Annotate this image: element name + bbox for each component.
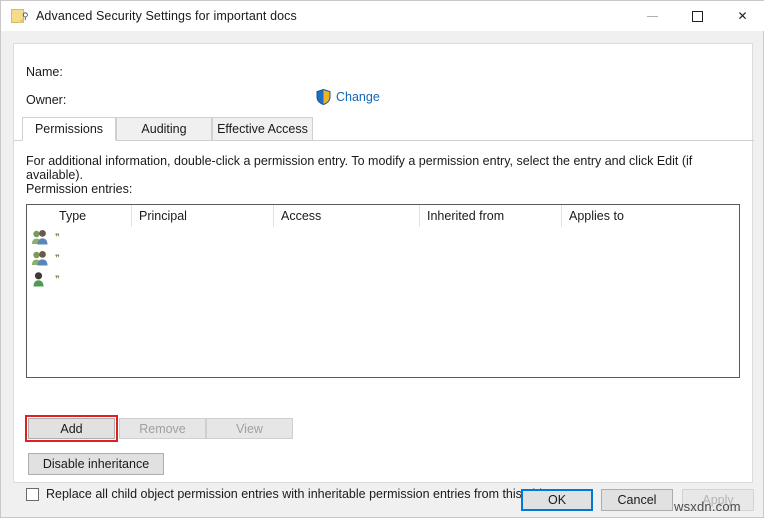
tab-effective-access[interactable]: Effective Access: [212, 117, 313, 141]
replace-child-permissions-checkbox[interactable]: [26, 488, 39, 501]
permission-entries-label: Permission entries:: [26, 182, 132, 196]
minimize-button[interactable]: [630, 1, 675, 31]
folder-settings-icon: ⚲: [11, 8, 27, 24]
settings-panel: Name: Owner: Change Permissions Auditing: [13, 43, 753, 483]
ok-button[interactable]: OK: [521, 489, 593, 511]
maximize-button[interactable]: [675, 1, 720, 31]
user-icon: [31, 271, 51, 289]
table-row[interactable]: ❞: [27, 227, 739, 248]
cancel-button[interactable]: Cancel: [601, 489, 673, 511]
info-text: For additional information, double-click…: [26, 154, 742, 182]
disable-inheritance-button[interactable]: Disable inheritance: [28, 453, 164, 475]
row-marker: ❞: [55, 233, 60, 242]
table-header-access[interactable]: Access: [274, 205, 420, 227]
tab-auditing[interactable]: Auditing: [116, 117, 212, 141]
permission-entries-list[interactable]: Type Principal Access Inherited from App…: [26, 204, 740, 378]
title-bar: ⚲ Advanced Security Settings for importa…: [1, 1, 764, 31]
replace-child-permissions-label: Replace all child object permission entr…: [46, 487, 559, 501]
tab-auditing-label: Auditing: [141, 122, 186, 136]
table-row[interactable]: ❞: [27, 269, 739, 290]
add-button[interactable]: Add: [28, 418, 115, 439]
advanced-security-settings-window: ⚲ Advanced Security Settings for importa…: [0, 0, 764, 518]
table-header-principal[interactable]: Principal: [132, 205, 274, 227]
change-owner-control[interactable]: Change: [316, 89, 380, 105]
group-icon: [31, 229, 51, 247]
table-header-type[interactable]: Type: [52, 205, 132, 227]
remove-button: Remove: [119, 418, 206, 439]
close-button[interactable]: ✕: [720, 1, 764, 31]
uac-shield-icon: [316, 89, 331, 105]
tab-permissions-label: Permissions: [35, 122, 103, 136]
table-header-row: Type Principal Access Inherited from App…: [27, 205, 739, 227]
row-marker: ❞: [55, 254, 60, 263]
watermark: wsxdn.com: [674, 499, 741, 514]
owner-label: Owner:: [26, 93, 66, 107]
view-button: View: [206, 418, 293, 439]
table-row[interactable]: ❞: [27, 248, 739, 269]
tab-strip: Permissions Auditing Effective Access: [14, 117, 754, 141]
tab-permissions[interactable]: Permissions: [22, 117, 116, 141]
replace-child-permissions-row[interactable]: Replace all child object permission entr…: [26, 487, 559, 501]
table-header-inherited-from[interactable]: Inherited from: [420, 205, 562, 227]
row-marker: ❞: [55, 275, 60, 284]
tab-effective-access-label: Effective Access: [217, 122, 308, 136]
change-link[interactable]: Change: [336, 90, 380, 104]
table-header-spacer: [27, 205, 52, 227]
group-icon: [31, 250, 51, 268]
table-header-applies-to[interactable]: Applies to: [562, 205, 739, 227]
window-title: Advanced Security Settings for important…: [36, 9, 297, 23]
name-label: Name:: [26, 65, 63, 79]
window-controls: ✕: [630, 1, 764, 31]
